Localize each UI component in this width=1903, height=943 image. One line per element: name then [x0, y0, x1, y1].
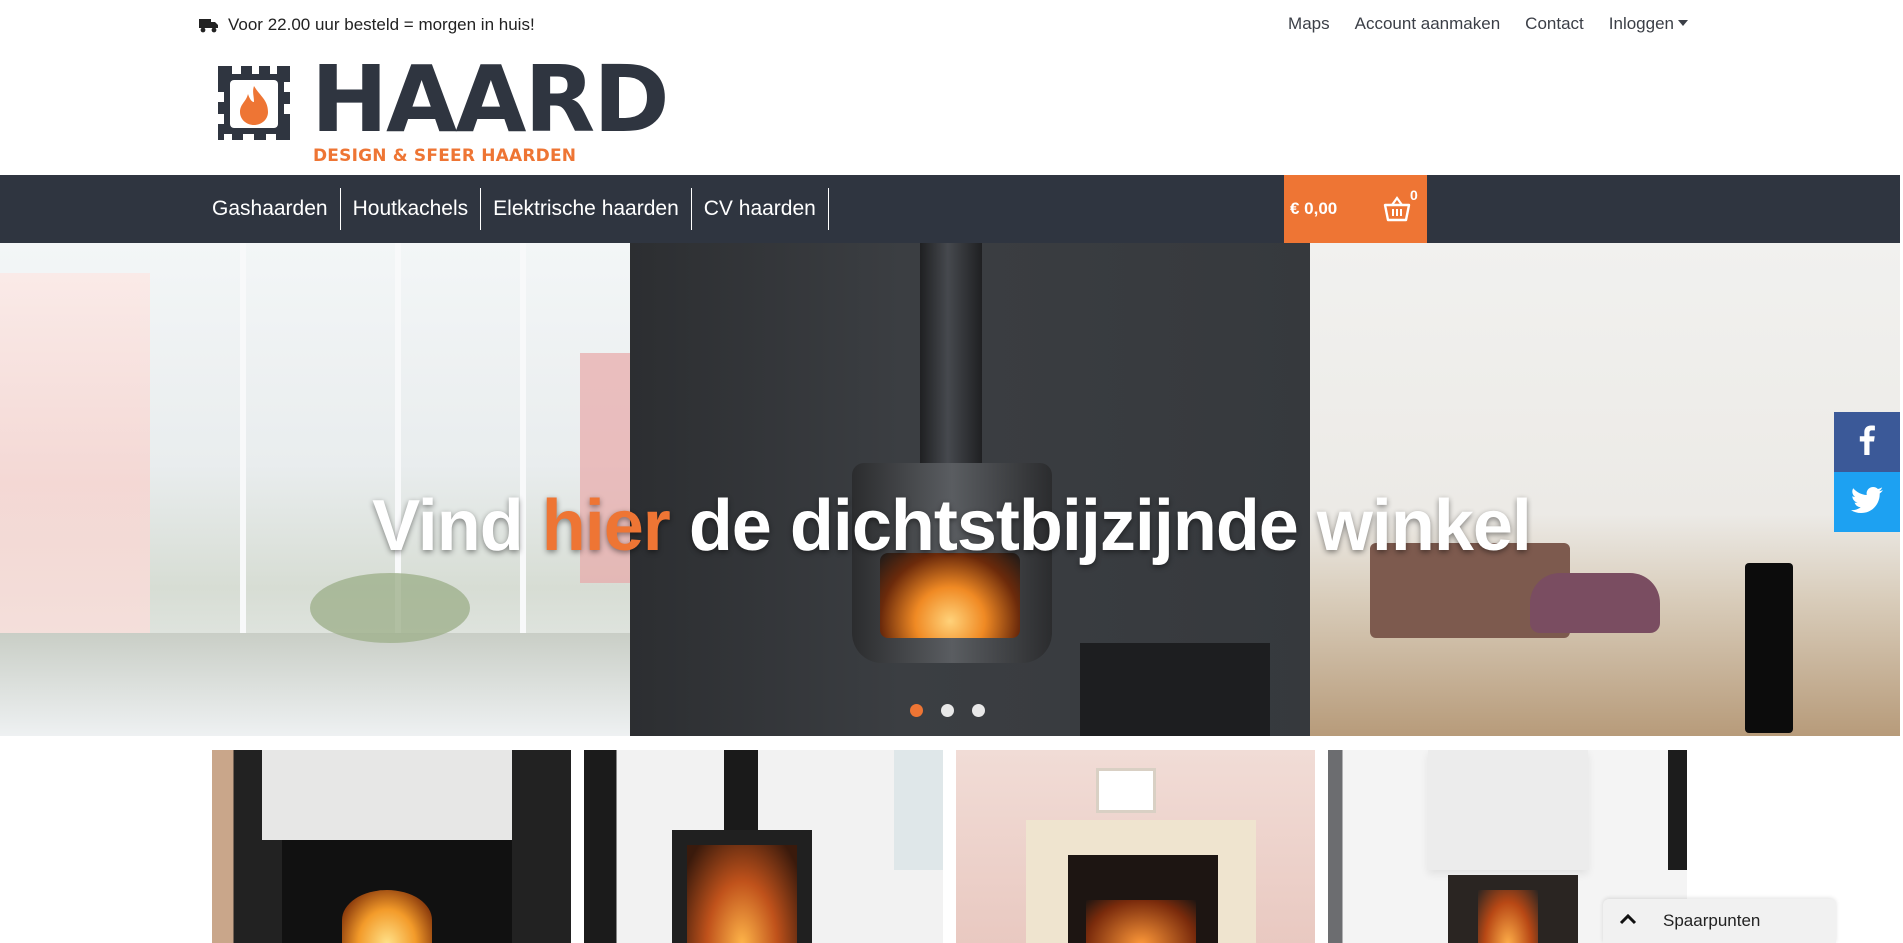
chevron-up-icon — [1619, 912, 1637, 930]
slider-dot-1[interactable] — [910, 704, 923, 717]
nav-item-houtkachels[interactable]: Houtkachels — [341, 188, 482, 230]
cart-button[interactable]: € 0,00 0 — [1284, 175, 1427, 243]
hero-slider[interactable]: Vind hier de dichtstbijzijnde winkel — [0, 243, 1900, 736]
nav-item-cv-haarden[interactable]: CV haarden — [692, 188, 829, 230]
facebook-icon — [1859, 425, 1875, 460]
savings-points-label: Spaarpunten — [1663, 911, 1761, 930]
caret-down-icon — [1678, 20, 1688, 26]
hero-headline-highlight[interactable]: hier — [542, 486, 671, 566]
cart-total: € 0,00 — [1290, 199, 1338, 218]
delivery-promo: Voor 22.00 uur besteld = morgen in huis! — [199, 15, 535, 35]
product-category-tiles — [212, 750, 1687, 943]
login-dropdown[interactable]: Inloggen — [1609, 14, 1688, 34]
facebook-share-button[interactable] — [1834, 412, 1900, 472]
product-tile-3[interactable] — [956, 750, 1315, 943]
nav-item-elektrische-haarden[interactable]: Elektrische haarden — [481, 188, 692, 230]
account-links: Maps Account aanmaken Contact Inloggen — [1288, 14, 1688, 34]
category-menu: Gashaarden Houtkachels Elektrische haard… — [200, 188, 829, 230]
maps-link[interactable]: Maps — [1288, 14, 1330, 34]
hero-headline[interactable]: Vind hier de dichtstbijzijnde winkel — [0, 485, 1900, 567]
slider-dots — [910, 704, 985, 717]
twitter-share-button[interactable] — [1834, 472, 1900, 532]
product-tile-2[interactable] — [584, 750, 943, 943]
social-share-bar — [1834, 412, 1900, 532]
basket-icon — [1383, 196, 1411, 227]
slider-dot-2[interactable] — [941, 704, 954, 717]
site-logo[interactable]: HAARD DESIGN & SFEER HAARDEN — [214, 54, 670, 168]
create-account-link[interactable]: Account aanmaken — [1355, 14, 1501, 34]
savings-points-widget[interactable]: Spaarpunten — [1603, 899, 1836, 943]
nav-item-gashaarden[interactable]: Gashaarden — [200, 188, 341, 230]
login-label: Inloggen — [1608, 14, 1674, 33]
cart-count-badge: 0 — [1410, 187, 1418, 203]
slider-dot-3[interactable] — [972, 704, 985, 717]
hero-headline-end: de dichtstbijzijnde winkel — [669, 486, 1532, 566]
product-tile-1[interactable] — [212, 750, 571, 943]
truck-icon — [199, 18, 219, 33]
main-navigation: Gashaarden Houtkachels Elektrische haard… — [0, 175, 1900, 243]
contact-link[interactable]: Contact — [1525, 14, 1584, 34]
promo-text: Voor 22.00 uur besteld = morgen in huis! — [228, 15, 535, 34]
hero-headline-start: Vind — [372, 486, 542, 566]
logo-tagline: DESIGN & SFEER HAARDEN — [313, 146, 577, 166]
top-bar: Voor 22.00 uur besteld = morgen in huis!… — [0, 0, 1903, 52]
twitter-icon — [1851, 486, 1883, 518]
logo-wordmark: HAARD — [311, 46, 670, 153]
